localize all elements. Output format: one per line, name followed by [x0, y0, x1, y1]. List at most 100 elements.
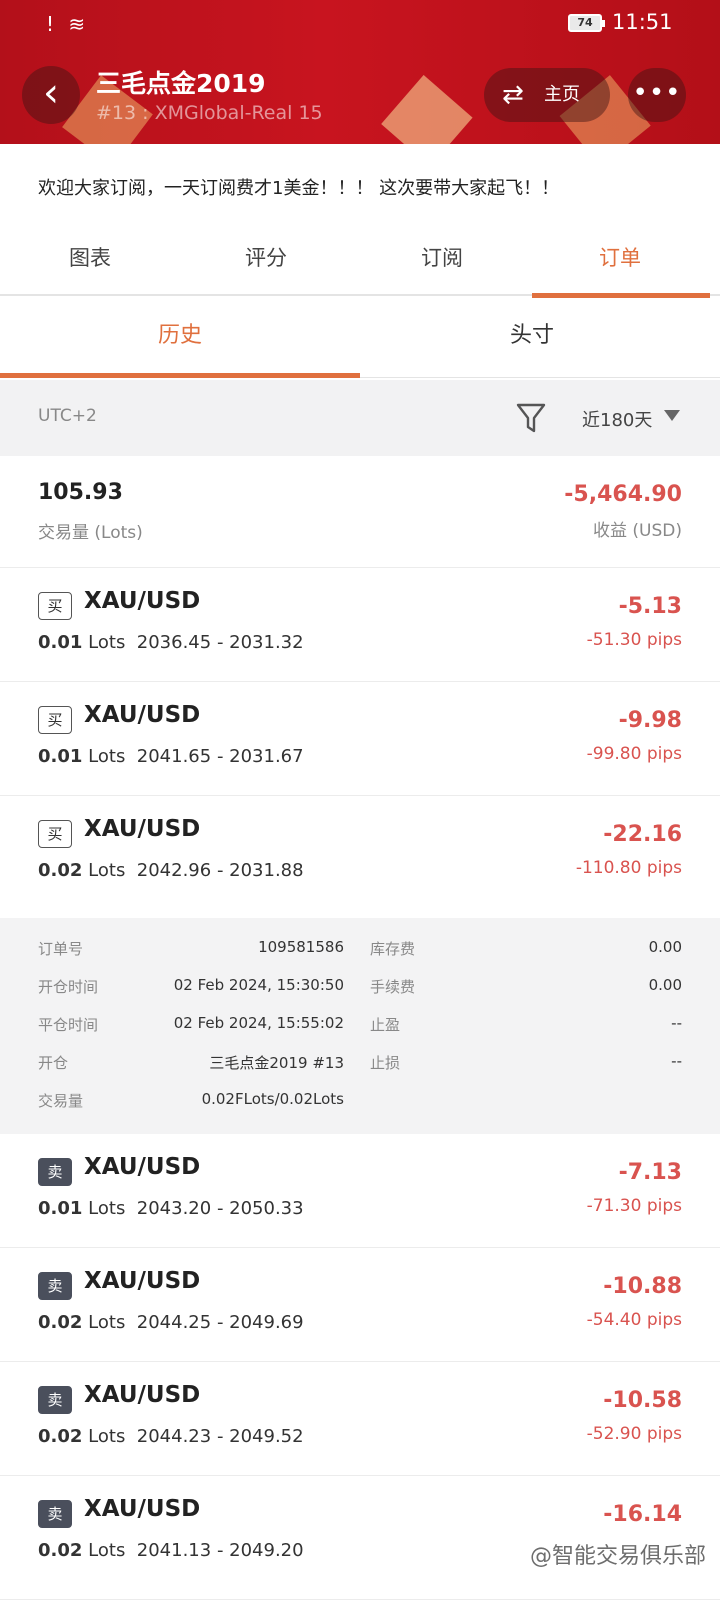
tab-subscribe[interactable]: 订阅: [352, 228, 532, 294]
more-button[interactable]: •••: [628, 68, 686, 122]
swap-icon: ⇄: [502, 80, 524, 110]
order-lots-prices: 0.02 Lots 2044.23 - 2049.52: [38, 1426, 304, 1447]
order-prices: 2043.20 - 2050.33: [136, 1198, 304, 1219]
history-summary: 105.93 交易量 (Lots) -5,464.90 收益 (USD): [0, 456, 720, 568]
swap-value: 0.00: [648, 938, 682, 956]
timezone-label: UTC+2: [38, 406, 97, 426]
total-volume-label: 交易量 (Lots): [38, 523, 143, 543]
order-symbol: XAU/USD: [84, 1382, 201, 1408]
chevron-down-icon[interactable]: [664, 410, 680, 421]
status-bar: ! ≋ 74 11:51: [0, 10, 720, 40]
order-row[interactable]: 买 XAU/USD 0.01 Lots 2041.65 - 2031.67 -9…: [0, 682, 720, 796]
order-pips: -110.80 pips: [575, 858, 682, 878]
sell-tag: 卖: [38, 1386, 72, 1414]
total-profit: -5,464.90: [564, 482, 682, 507]
more-icon: •••: [632, 78, 682, 108]
order-lots: 0.02: [38, 1540, 83, 1561]
lots-unit: Lots: [88, 1540, 126, 1561]
chevron-left-icon: ‹: [43, 70, 59, 116]
take-profit-label: 止盈: [370, 1016, 401, 1034]
home-button[interactable]: ⇄ 主页: [484, 68, 610, 122]
order-symbol: XAU/USD: [84, 702, 201, 728]
order-lots: 0.01: [38, 1198, 83, 1219]
open-time: 02 Feb 2024, 15:30:50: [173, 976, 344, 994]
open-source-value: 三毛点金2019 #13: [209, 1054, 344, 1072]
order-row-expanded[interactable]: 买 XAU/USD 0.02 Lots 2042.96 - 2031.88 -2…: [0, 796, 720, 910]
filter-bar: UTC+2 近180天: [0, 380, 720, 456]
order-row[interactable]: 买 XAU/USD 0.01 Lots 2036.45 - 2031.32 -5…: [0, 568, 720, 682]
order-lots-prices: 0.01 Lots 2043.20 - 2050.33: [38, 1198, 304, 1219]
account-subtitle: #13 : XMGlobal-Real 15: [96, 102, 323, 124]
commission-label: 手续费: [370, 978, 416, 996]
lots-unit: Lots: [88, 860, 126, 881]
status-icons: ! ≋: [46, 12, 90, 36]
order-profit: -10.58: [603, 1388, 682, 1413]
order-row[interactable]: 卖 XAU/USD 0.01 Lots 2043.20 - 2050.33 -7…: [0, 1134, 720, 1248]
stop-loss-value: --: [671, 1052, 682, 1070]
lots-unit: Lots: [88, 746, 126, 767]
battery-icon: 74: [568, 14, 605, 32]
order-pips: -52.90 pips: [586, 1424, 682, 1444]
sub-tabs: 历史 头寸: [0, 298, 720, 378]
lots-unit: Lots: [88, 1312, 126, 1333]
order-row[interactable]: 卖 XAU/USD 0.02 Lots 2044.25 - 2049.69 -1…: [0, 1248, 720, 1362]
order-symbol: XAU/USD: [84, 1268, 201, 1294]
order-lots: 0.02: [38, 860, 83, 881]
order-prices: 2044.25 - 2049.69: [136, 1312, 304, 1333]
order-lots-prices: 0.02 Lots 2041.13 - 2049.20: [38, 1540, 304, 1561]
profile-header: ◆ ◆ ◆ ! ≋ 74 11:51 ‹ 三毛点金2019 #13 : XMGl…: [0, 0, 720, 144]
stop-loss-label: 止损: [370, 1054, 401, 1072]
order-lots: 0.01: [38, 746, 83, 767]
order-lots-prices: 0.01 Lots 2041.65 - 2031.67: [38, 746, 304, 767]
detail-volume-value: 0.02FLots/0.02Lots: [201, 1090, 344, 1108]
commission-value: 0.00: [648, 976, 682, 994]
lots-unit: Lots: [88, 1426, 126, 1447]
page-title: 三毛点金2019: [96, 69, 266, 98]
order-profit: -22.16: [603, 822, 682, 847]
order-profit: -10.88: [603, 1274, 682, 1299]
order-pips: -71.30 pips: [586, 1196, 682, 1216]
order-number: 109581586: [258, 938, 344, 956]
buy-tag: 买: [38, 820, 72, 848]
tab-positions[interactable]: 头寸: [352, 298, 712, 378]
open-source-label: 开仓: [38, 1054, 69, 1072]
tab-history[interactable]: 历史: [0, 298, 360, 378]
order-symbol: XAU/USD: [84, 1496, 201, 1522]
order-detail-panel: 订单号 109581586 库存费 0.00 开仓时间 02 Feb 2024,…: [0, 918, 720, 1134]
order-symbol: XAU/USD: [84, 816, 201, 842]
order-pips: -99.80 pips: [586, 744, 682, 764]
order-profit: -9.98: [618, 708, 682, 733]
order-lots-prices: 0.02 Lots 2044.25 - 2049.69: [38, 1312, 304, 1333]
banner-decoration: ◆: [375, 38, 478, 144]
filter-icon[interactable]: [516, 402, 546, 434]
order-number-label: 订单号: [38, 940, 84, 958]
take-profit-value: --: [671, 1014, 682, 1032]
tab-chart[interactable]: 图表: [0, 228, 180, 294]
sell-tag: 卖: [38, 1500, 72, 1528]
tab-rating[interactable]: 评分: [176, 228, 356, 294]
order-prices: 2036.45 - 2031.32: [136, 632, 304, 653]
open-time-label: 开仓时间: [38, 978, 99, 996]
order-profit: -7.13: [618, 1160, 682, 1185]
buy-tag: 买: [38, 592, 72, 620]
order-lots-prices: 0.01 Lots 2036.45 - 2031.32: [38, 632, 304, 653]
detail-volume-label: 交易量: [38, 1092, 84, 1110]
swap-label: 库存费: [370, 940, 416, 958]
order-row[interactable]: 卖 XAU/USD 0.02 Lots 2044.23 - 2049.52 -1…: [0, 1362, 720, 1476]
order-pips: -51.30 pips: [586, 630, 682, 650]
order-profit: -5.13: [618, 594, 682, 619]
date-range-select[interactable]: 近180天: [582, 406, 652, 432]
order-symbol: XAU/USD: [84, 588, 201, 614]
order-prices: 2042.96 - 2031.88: [136, 860, 304, 881]
close-time-label: 平仓时间: [38, 1016, 99, 1034]
strategy-description: 欢迎大家订阅，一天订阅费才1美金！！！ 这次要带大家起飞！！: [38, 178, 560, 199]
watermark: @智能交易俱乐部: [529, 1544, 706, 1569]
order-pips: -54.40 pips: [586, 1310, 682, 1330]
order-profit: -16.14: [603, 1502, 682, 1527]
order-symbol: XAU/USD: [84, 1154, 201, 1180]
back-button[interactable]: ‹: [22, 66, 80, 124]
order-prices: 2041.65 - 2031.67: [136, 746, 304, 767]
lots-unit: Lots: [88, 632, 126, 653]
sell-tag: 卖: [38, 1158, 72, 1186]
tab-orders[interactable]: 订单: [530, 228, 710, 298]
